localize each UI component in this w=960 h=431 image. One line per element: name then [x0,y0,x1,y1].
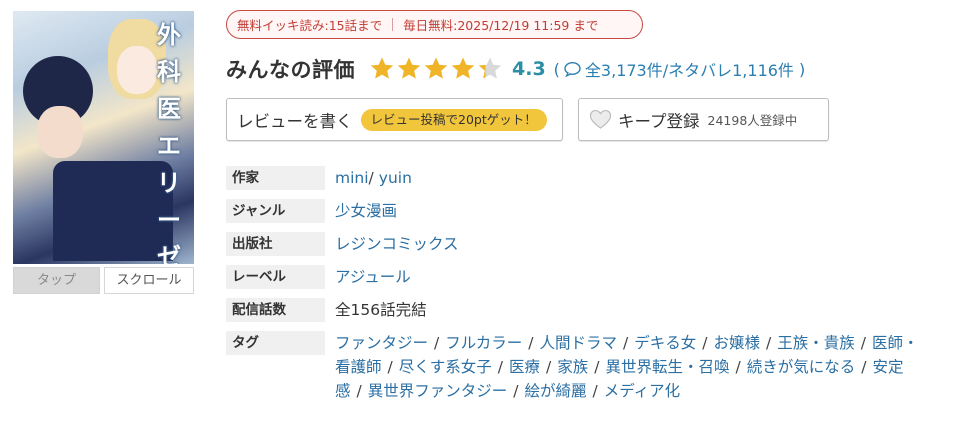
tag-link[interactable]: メディア化 [604,382,680,400]
tag-separator: / [528,334,534,352]
review-counts: 全3,173件/ネタバレ1,116件 [584,61,794,80]
separator: / [368,169,374,187]
keep-count: 24198人登録中 [707,113,798,128]
tags-label: タグ [226,331,325,355]
tag-separator: / [766,334,772,352]
tag-separator: / [623,334,629,352]
tag-link[interactable]: デキる女 [634,334,696,352]
tag-link[interactable]: ファンタジー [335,334,428,352]
imprint-link[interactable]: アジュール [335,265,411,289]
tag-separator: / [861,358,867,376]
publisher-label: 出版社 [226,232,325,256]
tag-link[interactable]: 異世界転生・召喚 [606,358,730,376]
view-mode-tap-button[interactable]: タップ [13,267,100,294]
comment-bubble-icon [564,61,581,77]
tag-link[interactable]: 人間ドラマ [540,334,618,352]
cover-title-char: 科 [157,57,181,86]
keep-label: キープ登録 [618,111,700,131]
star-icon [451,57,475,79]
tag-separator: / [592,382,598,400]
cover-title-char: 外 [157,20,181,49]
episodes-label: 配信話数 [226,298,325,322]
tag-separator: / [702,334,708,352]
view-mode-scroll-button[interactable]: スクロール [104,267,194,294]
badge-divider [392,18,394,31]
tag-separator: / [860,334,867,352]
tag-separator: / [434,334,440,352]
tag-separator: / [497,358,503,376]
open-paren: ( [553,59,560,79]
tag-separator: / [594,358,600,376]
review-reward-badge: レビュー投稿で20ptゲット！ [360,108,547,131]
work-info: 作家 mini/yuin ジャンル 少女漫画 出版社 レジンコミックス レーベル… [226,166,946,412]
tag-link[interactable]: フルカラー [445,334,522,352]
cover-title-char: 医 [157,94,181,123]
tag-link[interactable]: お嬢様 [714,334,761,352]
free-read-text: 無料イッキ読み:15話まで [237,18,383,33]
publisher-link[interactable]: レジンコミックス [335,232,459,256]
cover-title-char: リ [157,168,181,197]
tag-link[interactable]: 絵が綺麗 [525,382,587,400]
info-row-genre: ジャンル 少女漫画 [226,199,946,223]
rating-title: みんなの評価 [226,58,355,82]
author-link[interactable]: mini [335,169,369,187]
imprint-label: レーベル [226,265,325,289]
tag-separator: / [356,382,362,400]
close-paren: ) [798,59,806,79]
tag-link[interactable]: 続きが気になる [747,358,856,376]
info-row-author: 作家 mini/ yuin [226,166,946,190]
cover-title-char: ゼ [157,242,181,264]
review-count-link[interactable]: ( 全3,173件/ネタバレ1,116件 ) [554,57,806,81]
rating-section: みんなの評価 4.3 ( 全3,173件/ネタバレ1,116件 ) [226,52,805,86]
cover-title: 外 科 医 エ リ ー ゼ [150,15,188,264]
campaign-badge: 無料イッキ読み:15話まで 毎日無料:2025/12/19 11:59 まで [226,10,643,39]
info-row-publisher: 出版社 レジンコミックス [226,232,946,256]
tag-link[interactable]: 異世界ファンタジー [368,382,508,400]
star-icon [397,57,421,79]
author-label: 作家 [226,166,325,190]
tag-separator: / [387,358,393,376]
tag-link[interactable]: 尽くす系女子 [399,358,492,376]
author-value: mini/ yuin [335,166,412,190]
info-row-tags: タグ ファンタジー / フルカラー / 人間ドラマ / デキる女 / お嬢様 / 王族・貴族 / 医師・… [226,331,946,403]
tag-link[interactable]: 王族・貴族 [777,334,855,352]
heart-icon [589,109,612,129]
star-icon [478,57,502,79]
cover-art-face [37,106,83,158]
star-icon [424,57,448,79]
info-row-episodes: 配信話数 全156話完結 [226,298,946,322]
genre-label: ジャンル [226,199,325,223]
tag-separator: / [546,358,552,376]
episodes-value: 全156話完結 [335,301,427,319]
star-icon [370,57,394,79]
rating-score: 4.3 [512,58,546,80]
star-rating [369,56,504,82]
keep-button[interactable]: キープ登録 24198人登録中 [578,98,829,141]
tag-list: ファンタジー / フルカラー / 人間ドラマ / デキる女 / お嬢様 / 王族・貴族 / 医師・看護師… [335,331,925,403]
write-review-button[interactable]: レビューを書く レビュー投稿で20ptゲット！ [226,98,563,141]
cover-image[interactable]: 外 科 医 エ リ ー ゼ [13,11,194,264]
author-link[interactable]: yuin [379,169,412,187]
tag-separator: / [513,382,519,400]
cover-title-char: ー [157,205,181,234]
tag-link[interactable]: 家族 [557,358,588,376]
genre-link[interactable]: 少女漫画 [335,199,397,223]
tag-link[interactable]: 医療 [509,358,540,376]
tag-separator: / [735,358,741,376]
info-row-label: レーベル アジュール [226,265,946,289]
write-review-label: レビューを書く [237,111,353,131]
daily-free-text: 毎日無料:2025/12/19 11:59 まで [403,18,599,33]
cover-title-char: エ [157,131,181,160]
